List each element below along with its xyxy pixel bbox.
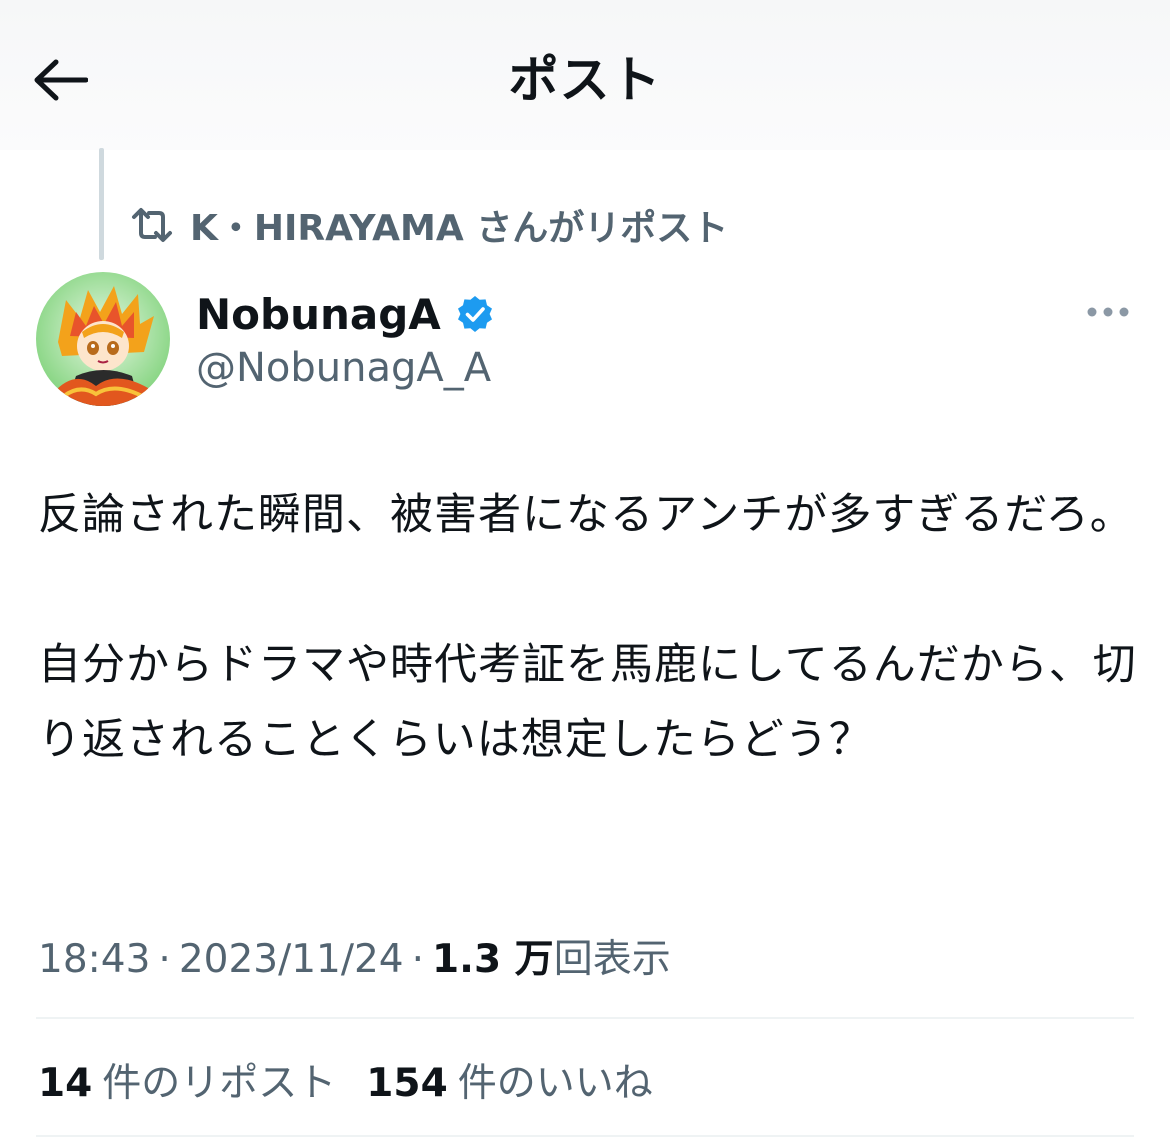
repost-icon: [130, 203, 174, 247]
likes-label: 件のいいね: [457, 1061, 653, 1106]
views-label: 回表示: [553, 937, 671, 982]
verified-badge-icon: [455, 294, 495, 334]
post-meta: 18:43 · 2023/11/24 · 1.3 万 回表示: [38, 928, 671, 984]
more-dots-icon: [1087, 307, 1129, 317]
page-title: ポスト: [508, 51, 662, 109]
avatar[interactable]: [36, 272, 170, 406]
divider: [36, 1017, 1134, 1019]
likes-count: 154: [366, 1061, 448, 1106]
thread-line: [99, 148, 104, 260]
divider: [36, 1135, 1134, 1137]
post-paragraph: 反論された瞬間、被害者になるアンチが多すぎるだろ。: [38, 490, 1134, 540]
likes-stat[interactable]: 154 件のいいね: [366, 1052, 652, 1108]
meta-separator: ·: [411, 937, 425, 982]
repost-context-text: K・HIRAYAMA さんがリポスト: [190, 208, 729, 249]
post-date[interactable]: 2023/11/24: [179, 937, 404, 982]
reposts-count: 14: [38, 1061, 93, 1106]
post-stats: 14 件のリポスト 154 件のいいね: [38, 1052, 653, 1108]
reposts-label: 件のリポスト: [102, 1061, 337, 1106]
more-options-button[interactable]: [1078, 292, 1138, 332]
post-detail-screen: ポスト K・HIRAYAMA さんがリポスト NobunagA @Nobunag…: [0, 0, 1170, 1139]
author-name[interactable]: NobunagA: [196, 286, 495, 342]
views-count[interactable]: 1.3 万: [432, 928, 554, 984]
author-display-name: NobunagA: [196, 289, 441, 339]
post-time[interactable]: 18:43: [38, 937, 150, 982]
post-text: 反論された瞬間、被害者になるアンチが多すぎるだろ。 自分からドラマや時代考証を馬…: [38, 478, 1138, 778]
author-handle[interactable]: @NobunagA_A: [196, 342, 491, 394]
meta-separator: ·: [158, 937, 171, 982]
repost-context[interactable]: K・HIRAYAMA さんがリポスト: [130, 200, 728, 250]
reposts-stat[interactable]: 14 件のリポスト: [38, 1052, 336, 1108]
post-paragraph: 自分からドラマや時代考証を馬鹿にしてるんだから、切り返されることくらいは想定した…: [38, 640, 1137, 765]
